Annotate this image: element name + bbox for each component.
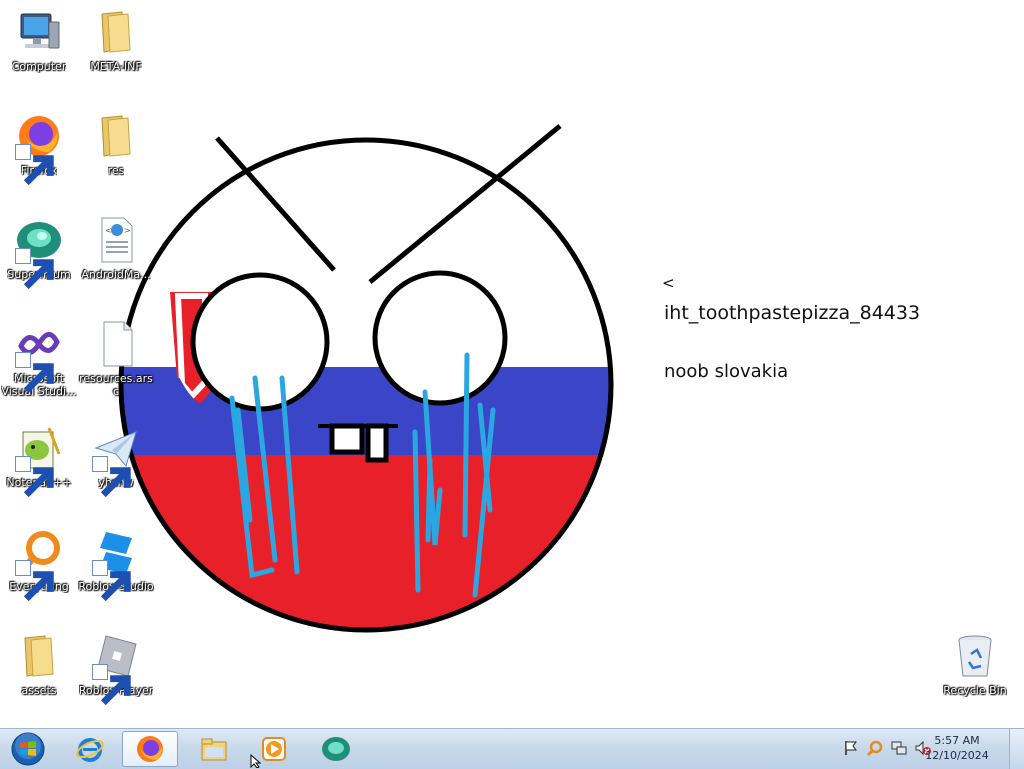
shortcut-arrow-icon xyxy=(92,456,131,498)
svg-text:>: > xyxy=(124,226,131,235)
clock-date: 12/10/2024 xyxy=(925,749,989,762)
shortcut-arrow-icon xyxy=(15,352,54,394)
shortcut-arrow-icon xyxy=(15,456,54,498)
desktop-icon-supermium[interactable]: Supermium xyxy=(1,210,77,302)
desktop-icon-assets[interactable]: assets xyxy=(1,626,77,718)
start-button[interactable] xyxy=(4,730,52,768)
svg-text:<: < xyxy=(105,226,112,235)
taskbar: 5:57 AM 12/10/2024 xyxy=(0,728,1024,769)
desktop-icon-recycle-bin[interactable]: Recycle Bin xyxy=(937,626,1013,718)
desktop-icon-label: META-INF xyxy=(90,60,142,73)
taskbar-internet-explorer[interactable] xyxy=(62,731,118,767)
flag-icon xyxy=(845,741,857,755)
taskbar-file-explorer[interactable] xyxy=(186,731,242,767)
wallpaper-caption: noob slovakia xyxy=(664,361,789,382)
desktop-icon-computer[interactable]: Computer xyxy=(1,2,77,94)
desktop-icon-resources-arsc[interactable]: resources.arsc xyxy=(78,314,154,406)
recycle-bin-icon xyxy=(958,635,992,677)
shortcut-arrow-icon xyxy=(15,560,54,602)
desktop-icon-label: Computer xyxy=(11,60,67,73)
desktop-icon-meta-inf[interactable]: META-INF xyxy=(78,2,154,94)
taskbar-firefox[interactable] xyxy=(122,731,178,767)
desktop-icon-notepadpp[interactable]: Notepad++ xyxy=(1,418,77,510)
folder-icon xyxy=(101,11,131,53)
folder-icon xyxy=(201,738,227,761)
mouse-cursor-icon xyxy=(250,754,262,768)
search-tray-icon xyxy=(866,740,883,757)
desktop-icon-label: resources.arsc xyxy=(79,372,153,398)
taskbar-supermium[interactable] xyxy=(308,731,364,767)
wallpaper-username: iht_toothpastepizza_84433 xyxy=(664,302,921,324)
shortcut-arrow-icon xyxy=(92,664,131,706)
desktop-icon-androidmanifest[interactable]: < > AndroidMa... xyxy=(78,210,154,302)
desktop-icon-everything[interactable]: Everything xyxy=(1,522,77,614)
tray-action-center[interactable] xyxy=(842,739,860,757)
desktop-icon-firefox[interactable]: Firefox xyxy=(1,106,77,198)
desktop-icon-label: assets xyxy=(21,684,57,697)
tray-network[interactable] xyxy=(890,739,908,757)
tray-search[interactable] xyxy=(866,739,884,757)
taskbar-clock[interactable]: 5:57 AM 12/10/2024 xyxy=(920,733,994,763)
shortcut-arrow-icon xyxy=(15,248,54,290)
desktop-icon-label: res xyxy=(107,164,125,177)
network-icon xyxy=(891,741,907,755)
shortcut-arrow-icon xyxy=(92,560,131,602)
desktop-icon-label: Recycle Bin xyxy=(943,684,1007,697)
shortcut-arrow-icon xyxy=(15,144,54,186)
xml-file-icon: < > xyxy=(101,217,133,263)
desktop-icon-res[interactable]: res xyxy=(78,106,154,198)
firefox-icon xyxy=(137,736,163,762)
computer-icon xyxy=(20,13,60,49)
wallpaper-caret: < xyxy=(662,274,675,292)
folder-icon xyxy=(24,635,54,677)
windows-orb-icon xyxy=(11,732,45,766)
desktop[interactable]: < iht_toothpastepizza_84433 noob slovaki… xyxy=(0,0,1024,728)
blank-file-icon xyxy=(103,321,133,367)
clock-time: 5:57 AM xyxy=(934,734,980,747)
desktop-icon-label: AndroidMa... xyxy=(81,268,151,281)
internet-explorer-icon xyxy=(76,738,104,762)
desktop-icon-roblox-player[interactable]: Roblox Player xyxy=(78,626,154,718)
show-desktop-button[interactable] xyxy=(1009,729,1024,769)
desktop-icon-roblox-studio[interactable]: Roblox Studio xyxy=(78,522,154,614)
desktop-icon-yhsnw[interactable]: yhsnw xyxy=(78,418,154,510)
folder-icon xyxy=(101,115,131,157)
desktop-icon-visual-studio[interactable]: Microsoft Visual Studi... xyxy=(1,314,77,406)
supermium-icon xyxy=(322,737,350,761)
